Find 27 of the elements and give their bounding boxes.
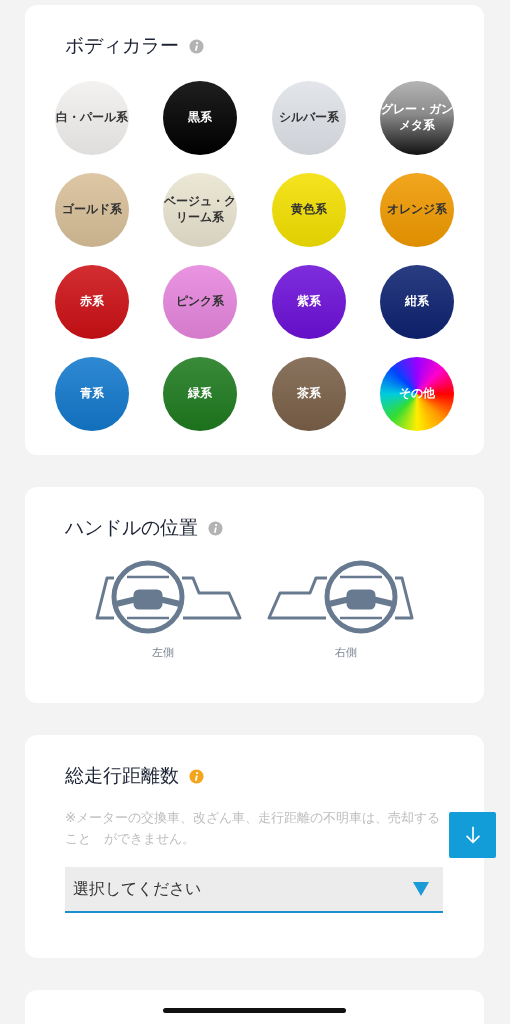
- option-label[interactable]: 右側: [335, 645, 357, 660]
- option-label[interactable]: 左側: [152, 645, 174, 660]
- color-swatch[interactable]: グレー・ガンメタ系: [380, 81, 454, 155]
- color-swatch[interactable]: 白・パール系: [55, 81, 129, 155]
- info-icon[interactable]: [208, 520, 223, 536]
- section-title: ハンドルの位置: [65, 515, 198, 540]
- color-swatch[interactable]: 赤系: [55, 265, 129, 339]
- info-icon[interactable]: [189, 38, 204, 54]
- color-swatch[interactable]: 紺系: [380, 265, 454, 339]
- select-dropdown[interactable]: 選択してください: [65, 867, 443, 913]
- color-swatch[interactable]: 黒系: [163, 81, 238, 155]
- section-title: 総走行距離数: [65, 763, 179, 788]
- info-icon[interactable]: [189, 768, 204, 784]
- color-swatch[interactable]: 黄色系: [271, 173, 346, 247]
- color-swatch[interactable]: ベージュ・クリーム系: [163, 173, 238, 247]
- section-title: ボディカラー: [65, 33, 179, 58]
- color-swatch[interactable]: その他: [380, 357, 454, 431]
- scroll-down-button[interactable]: [449, 812, 496, 858]
- color-swatch[interactable]: オレンジ系: [380, 173, 454, 247]
- color-swatch[interactable]: ピンク系: [163, 265, 238, 339]
- caret-icon: [413, 882, 429, 896]
- color-swatch[interactable]: 茶系: [271, 357, 346, 431]
- color-swatch[interactable]: 緑系: [163, 357, 238, 431]
- color-swatch[interactable]: 紫系: [271, 265, 346, 339]
- color-swatch[interactable]: 青系: [55, 357, 129, 431]
- color-swatch[interactable]: シルバー系: [271, 81, 346, 155]
- color-swatch[interactable]: ゴールド系: [55, 173, 129, 247]
